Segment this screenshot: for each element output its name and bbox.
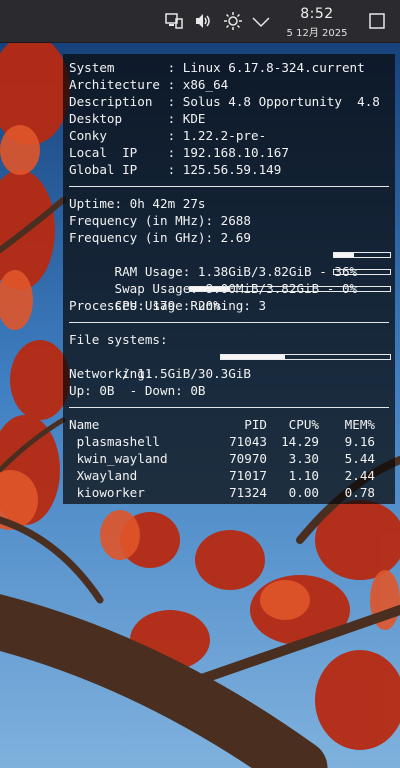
header-mem: MEM% [344,417,375,432]
clock-date[interactable]: 5 12月 2025 [278,24,356,39]
root-fs-bar-fill [221,355,286,359]
frequency-mhz: Frequency (in MHz): 2688 [69,213,251,228]
process-table: Name PID CPU% MEM% plasmashell 71043 14.… [69,416,395,501]
cpu-usage-bar [189,286,391,292]
process-table-header: Name PID CPU% MEM% [69,416,395,433]
root-fs-row: / 11.5GiB/30.3GiB [69,348,395,381]
cpu-usage-bar-fill [190,287,230,291]
show-desktop-icon[interactable] [367,11,387,31]
conky-system-monitor: System : Linux 6.17.8-324.current Archit… [63,54,395,504]
system-info-row: Desktop : KDE [69,111,206,126]
system-info-row: Description : Solus 4.8 Opportunity 4.8 [69,94,380,109]
process-row: kwin_wayland 70970 3.30 5.44 [69,451,375,466]
filesystems-title: File systems: [69,332,168,347]
divider [69,322,389,323]
volume-icon[interactable] [193,11,213,31]
ram-usage-bar-fill [334,253,355,257]
brightness-icon[interactable] [223,11,243,31]
header-pid: PID [244,417,267,432]
header-cpu: CPU% [288,417,319,432]
root-fs-bar [220,354,391,360]
stats-section: Uptime: 0h 42m 27s Frequency (in MHz): 2… [69,195,395,314]
system-info-row: System : Linux 6.17.8-324.current [69,60,365,75]
process-row: Xwayland 71017 1.10 2.44 [69,468,375,483]
ram-usage-bar [333,252,391,258]
system-info-row: Architecture : x86_64 [69,77,229,92]
header-name: Name [69,417,100,432]
swap-usage-bar [333,269,391,275]
system-info-row: Global IP : 125.56.59.149 [69,162,282,177]
divider [69,407,389,408]
frequency-ghz: Frequency (in GHz): 2.69 [69,230,251,245]
divider [69,186,389,187]
uptime: Uptime: 0h 42m 27s [69,196,206,211]
network-icon[interactable] [164,11,184,31]
tray-expand-chevron-icon[interactable] [251,11,271,31]
system-info-row: Local IP : 192.168.10.167 [69,145,289,160]
filesystem-section: File systems: / 11.5GiB/30.3GiB Networki… [69,331,395,399]
processes: Processes: 179 Running: 3 [69,298,267,313]
system-info-section: System : Linux 6.17.8-324.current Archit… [69,59,395,178]
swap-usage-row: Swap Usage: 8.00MiB/3.82GiB - 0% [69,263,395,296]
process-row: kioworker 71324 0.00 0.78 [69,485,375,500]
process-row: plasmashell 71043 14.29 9.16 [69,434,375,449]
ram-usage-row: RAM Usage: 1.38GiB/3.82GiB - 36% [69,246,395,279]
system-info-row: Conky : 1.22.2-pre- [69,128,267,143]
top-panel: 8:52 5 12月 2025 [0,0,400,43]
cpu-usage-row: CPU Usage: 20% [69,280,395,313]
networking-title: Networking: [69,366,153,381]
clock-time[interactable]: 8:52 [294,6,340,22]
network-up-down: Up: 0B - Down: 0B [69,383,206,398]
